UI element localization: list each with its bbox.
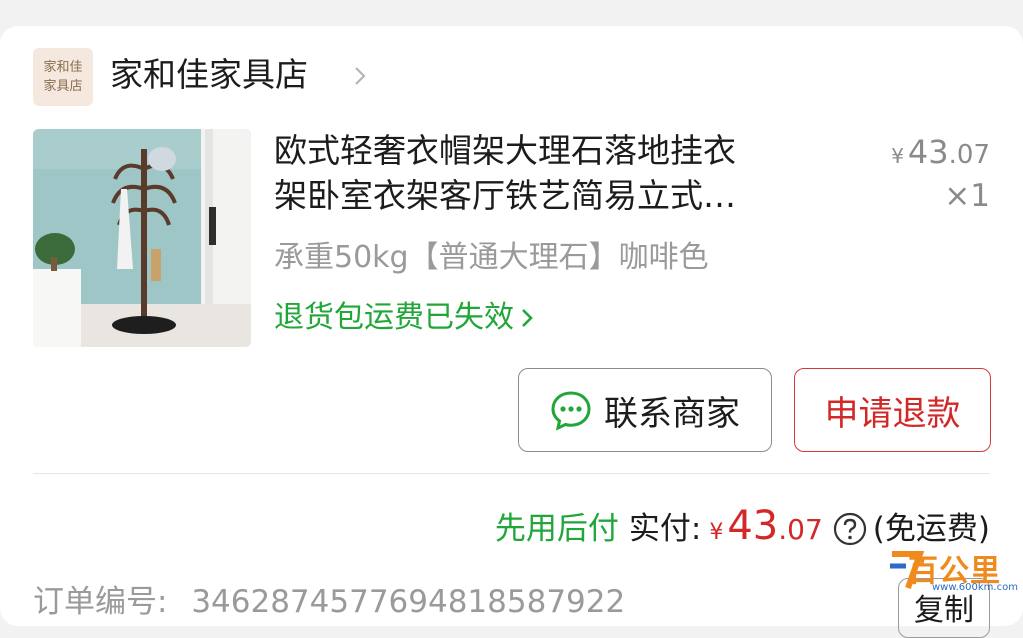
price-integer: 43 [907, 133, 949, 171]
item-quantity: ×1 [944, 178, 990, 214]
paid-amount-decimal: .07 [778, 513, 823, 546]
product-thumbnail[interactable] [33, 129, 251, 347]
price-currency: ¥ [891, 144, 904, 168]
product-spec: 承重50kg【普通大理石】咖啡色 [274, 240, 709, 275]
order-number-row: 订单编号: 3462874577694818587922 [33, 582, 625, 622]
store-name[interactable]: 家和佳家具店 [110, 52, 308, 98]
product-title-line2: 架卧室衣架客厅铁艺简易立式… [274, 176, 736, 215]
store-logo-line1: 家和佳 [43, 60, 83, 75]
return-note-label: 退货包运费已失效 [274, 300, 514, 335]
paid-label: 实付: [628, 511, 702, 547]
order-number-value: 3462874577694818587922 [191, 584, 626, 620]
price-decimal: .07 [948, 140, 990, 170]
store-logo[interactable]: 家和佳 家具店 [33, 48, 93, 106]
watermark-logo: 百公里 www.600km.com [886, 548, 1018, 596]
free-shipping-label: (免运费) [872, 511, 990, 547]
item-price: ¥43.07 [891, 132, 990, 176]
request-refund-label: 申请退款 [824, 393, 961, 434]
order-number-label: 订单编号: [33, 584, 168, 620]
pay-later-label: 先用后付 [494, 511, 619, 547]
divider [33, 473, 990, 474]
chevron-right-icon[interactable] [350, 64, 370, 88]
return-shipping-note[interactable]: 退货包运费已失效 [274, 296, 536, 340]
paid-amount-integer: 43 [727, 503, 779, 549]
paid-currency: ¥ [709, 520, 724, 545]
store-logo-line2: 家具店 [43, 79, 83, 94]
request-refund-button[interactable]: 申请退款 [794, 368, 991, 452]
chevron-right-icon [522, 309, 533, 327]
watermark-url: www.600km.com [932, 582, 1018, 593]
product-title-line1: 欧式轻奢衣帽架大理石落地挂衣 [274, 131, 736, 170]
chat-bubble-icon [551, 391, 591, 431]
help-circle-icon[interactable] [833, 512, 867, 546]
product-title[interactable]: 欧式轻奢衣帽架大理石落地挂衣 架卧室衣架客厅铁艺简易立式… [274, 128, 834, 218]
contact-seller-button[interactable]: 联系商家 [518, 368, 772, 452]
contact-seller-label: 联系商家 [604, 393, 740, 434]
